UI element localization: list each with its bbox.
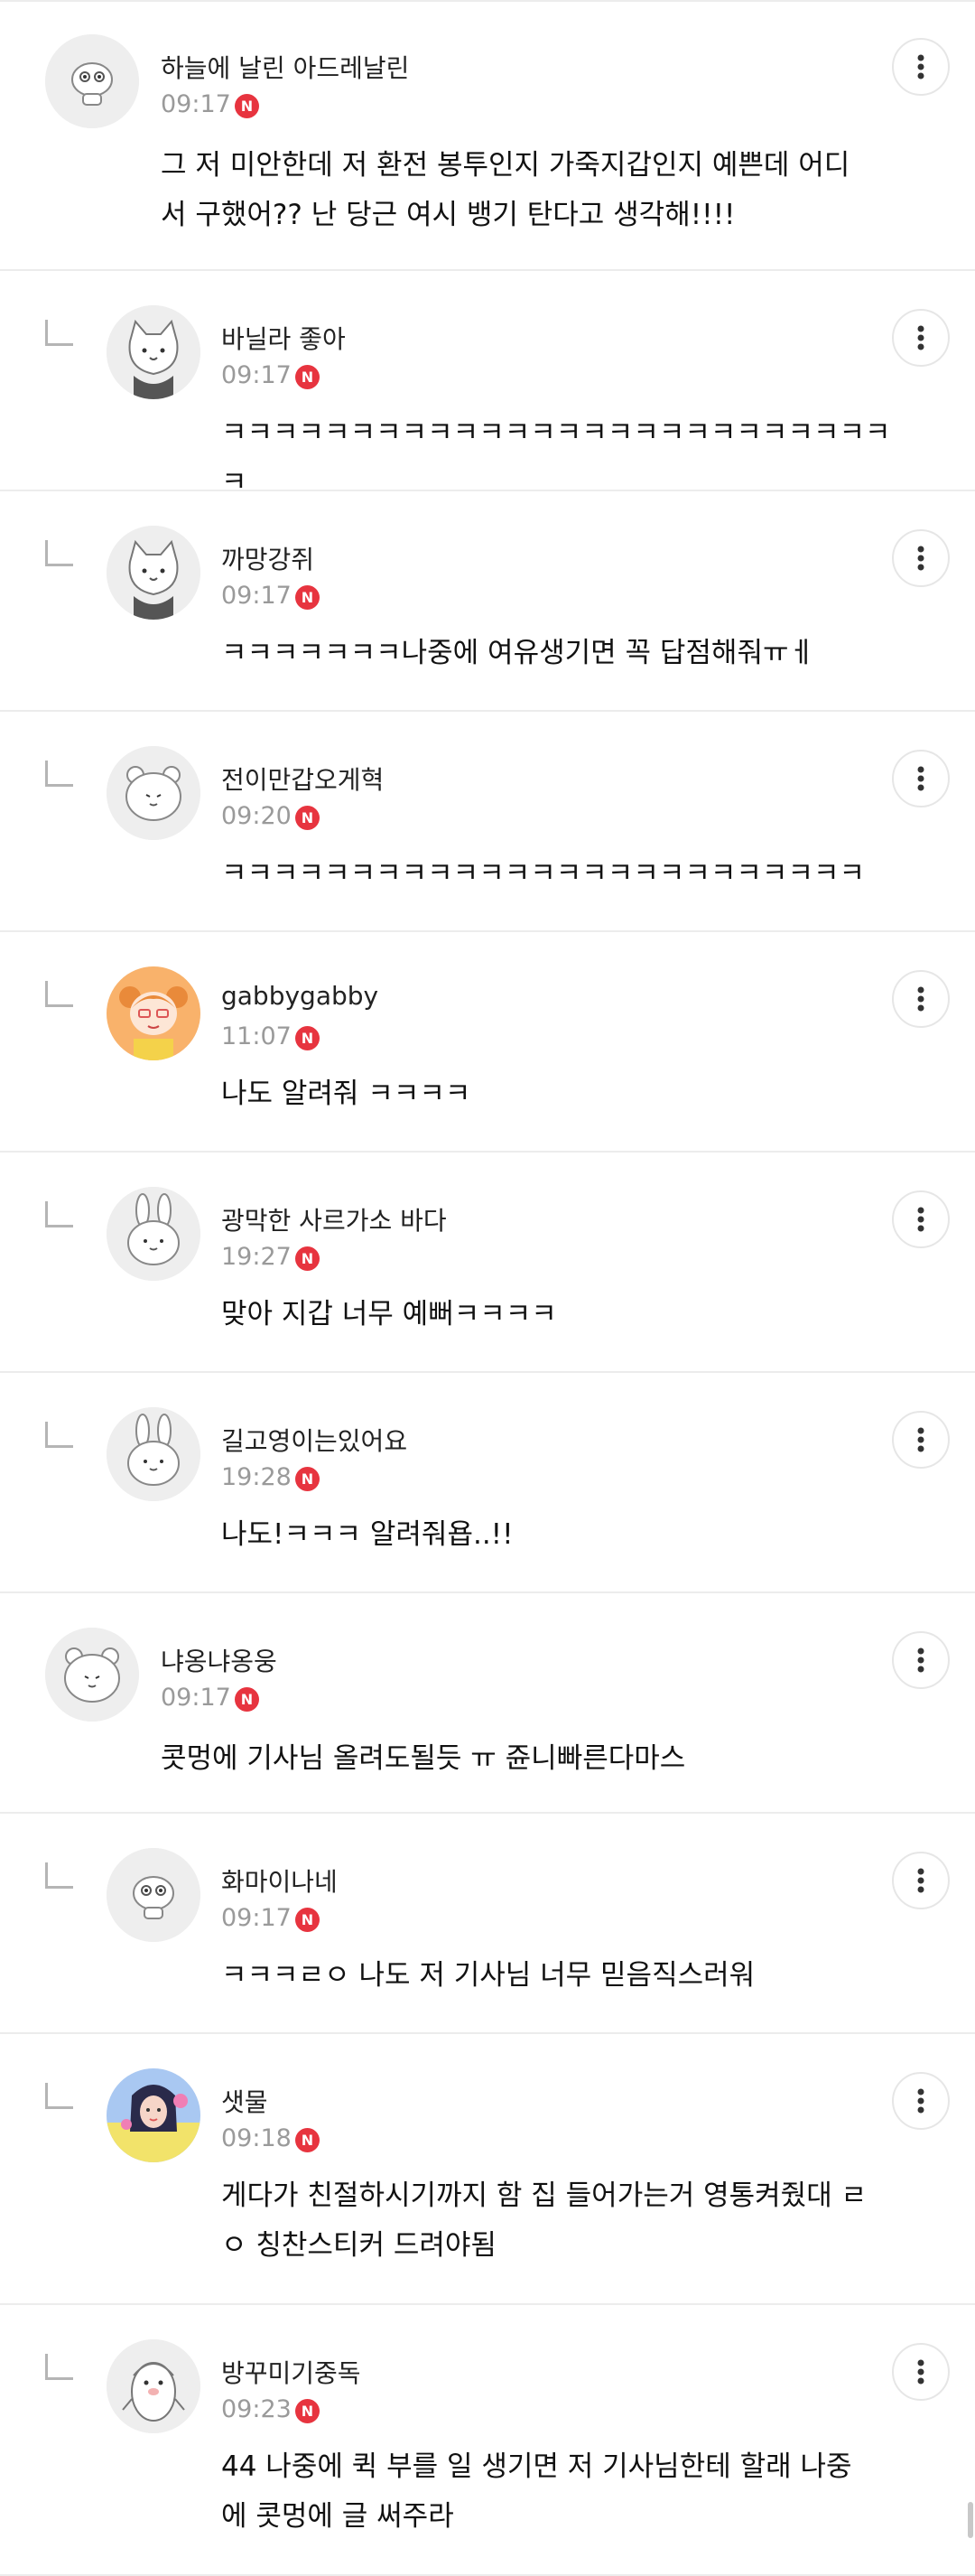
timestamp: 09:17: [221, 582, 292, 610]
new-badge: N: [295, 806, 320, 830]
nickname[interactable]: 화마이나네: [221, 1862, 338, 1899]
reply-arrow-icon: [45, 981, 73, 1007]
new-badge: N: [295, 2128, 320, 2152]
more-vertical-icon: [917, 2088, 924, 2114]
nickname[interactable]: 전이만갑오게혁: [221, 761, 384, 797]
girl-avatar-icon[interactable]: [107, 966, 200, 1060]
comment-text: ㅋㅋㅋㅋㅋㅋㅋ나중에 여유생기면 꼭 답점해줘ㅠㅔ: [221, 637, 815, 669]
nickname[interactable]: 방꾸미기중독: [221, 2354, 361, 2390]
comment: 하늘에 날린 아드레날린 09:17 N 그 저 미안한데 저 환전 봉투인지 가죽지…: [0, 0, 975, 271]
timestamp: 09:20: [221, 802, 292, 830]
more-options-button[interactable]: [892, 1852, 950, 1909]
reply-comment: 샛물 09:18 N 게다가 친절하시기까지 함 집 들어가는거 영통켜줬대 ㄹ ㅇ …: [0, 2034, 975, 2305]
timestamp: 11:07: [221, 1022, 292, 1050]
cat-avatar-icon[interactable]: [107, 526, 200, 620]
comment-text: 그 저 미안한데 저 환전 봉투인지 가죽지갑인지 예쁜데 어디 서 구했어??…: [161, 149, 850, 231]
nickname[interactable]: 광막한 사르가소 바다: [221, 1201, 447, 1237]
more-options-button[interactable]: [892, 309, 950, 367]
nickname[interactable]: gabbygabby: [221, 981, 378, 1011]
new-badge: N: [295, 1246, 320, 1271]
reply-arrow-icon: [45, 320, 73, 346]
new-badge: N: [295, 1908, 320, 1932]
more-options-button[interactable]: [892, 750, 950, 807]
reply-arrow-icon: [45, 1862, 73, 1889]
more-vertical-icon: [917, 1868, 924, 1893]
nickname[interactable]: 길고영이는있어요: [221, 1422, 407, 1458]
new-badge: N: [295, 585, 320, 610]
nickname[interactable]: 냐옹냐옹웅: [161, 1642, 277, 1678]
nickname[interactable]: 하늘에 날린 아드레날린: [161, 49, 409, 85]
nickname[interactable]: 샛물: [221, 2083, 268, 2119]
more-options-button[interactable]: [892, 970, 950, 1028]
nickname[interactable]: 바닐라 좋아: [221, 320, 346, 356]
reply-arrow-icon: [45, 761, 73, 787]
new-badge: N: [295, 365, 320, 389]
timestamp: 09:18: [221, 2124, 292, 2152]
reply-arrow-icon: [45, 2354, 73, 2380]
new-badge: N: [295, 1026, 320, 1050]
comment-text: 나도 알려줘 ㅋㅋㅋㅋ: [221, 1078, 471, 1110]
comment: 냐옹냐옹웅 09:17 N 콧멍에 기사님 올려도될듯 ㅠ 쥰니빠른다마스: [0, 1593, 975, 1814]
reply-arrow-icon: [45, 540, 73, 566]
reply-arrow-icon: [45, 1422, 73, 1448]
rabbit-avatar-icon[interactable]: [107, 1407, 200, 1501]
timestamp: 09:17: [161, 90, 231, 118]
comment-text: 44 나중에 퀵 부를 일 생기면 저 기사님한테 할래 나중 에 콧멍에 글 …: [221, 2450, 852, 2533]
more-options-button[interactable]: [892, 38, 950, 96]
new-badge: N: [235, 1687, 259, 1712]
more-vertical-icon: [917, 766, 924, 791]
bear-avatar-icon[interactable]: [45, 1628, 139, 1722]
timestamp: 19:28: [221, 1463, 292, 1491]
comment-text: ㅋㅋㅋㄹㅇ 나도 저 기사님 너무 믿음직스러워: [221, 1959, 756, 1992]
comment-text: ㅋㅋㅋㅋㅋㅋㅋㅋㅋㅋㅋㅋㅋㅋㅋㅋㅋㅋㅋㅋㅋㅋㅋㅋㅋ: [221, 857, 865, 890]
reply-arrow-icon: [45, 1201, 73, 1227]
new-badge: N: [295, 1467, 320, 1491]
timestamp: 09:17: [221, 361, 292, 389]
photo-avatar-icon[interactable]: [107, 2068, 200, 2162]
new-badge: N: [235, 94, 259, 118]
bear-avatar-icon[interactable]: [107, 746, 200, 840]
more-vertical-icon: [917, 2359, 924, 2385]
reply-comment: 방꾸미기중독 09:23 N 44 나중에 퀵 부를 일 생기면 저 기사님한테 할래…: [0, 2305, 975, 2576]
timestamp: 09:17: [221, 1904, 292, 1932]
timestamp: 19:27: [221, 1243, 292, 1271]
more-vertical-icon: [917, 1647, 924, 1673]
reply-comment: 화마이나네 09:17 N ㅋㅋㅋㄹㅇ 나도 저 기사님 너무 믿음직스러워: [0, 1814, 975, 2034]
comment-text: 게다가 친절하시기까지 함 집 들어가는거 영통켜줬대 ㄹ ㅇ 칭찬스티커 드려…: [221, 2179, 868, 2262]
reply-comment: 바닐라 좋아 09:17 N ㅋㅋㅋㅋㅋㅋㅋㅋㅋㅋㅋㅋㅋㅋㅋㅋㅋㅋㅋㅋㅋㅋㅋㅋㅋㅋㅋ: [0, 271, 975, 499]
new-badge: N: [295, 2399, 320, 2423]
more-vertical-icon: [917, 546, 924, 571]
more-vertical-icon: [917, 325, 924, 350]
more-vertical-icon: [917, 986, 924, 1012]
scrollbar[interactable]: [968, 2502, 973, 2538]
reply-comment: 길고영이는있어요 19:28 N 나도!ㅋㅋㅋ 알려줘욥..!!: [0, 1373, 975, 1593]
more-options-button[interactable]: [892, 1631, 950, 1689]
more-vertical-icon: [917, 1207, 924, 1232]
more-vertical-icon: [917, 1427, 924, 1452]
reply-arrow-icon: [45, 2083, 73, 2109]
nickname[interactable]: 까망강쥐: [221, 540, 314, 576]
timestamp: 09:23: [221, 2395, 292, 2423]
reply-comment: 까망강쥐 09:17 N ㅋㅋㅋㅋㅋㅋㅋ나중에 여유생기면 꼭 답점해줘ㅠㅔ: [0, 491, 975, 712]
more-options-button[interactable]: [892, 1190, 950, 1248]
more-vertical-icon: [917, 54, 924, 79]
doll-avatar-icon[interactable]: [107, 1848, 200, 1942]
rabbit-avatar-icon[interactable]: [107, 1187, 200, 1281]
penguin-avatar-icon[interactable]: [107, 2339, 200, 2433]
reply-comment: 전이만갑오게혁 09:20 N ㅋㅋㅋㅋㅋㅋㅋㅋㅋㅋㅋㅋㅋㅋㅋㅋㅋㅋㅋㅋㅋㅋㅋㅋㅋ: [0, 712, 975, 932]
more-options-button[interactable]: [892, 2072, 950, 2130]
comment-text: 맞아 지갑 너무 예뻐ㅋㅋㅋㅋ: [221, 1298, 557, 1330]
more-options-button[interactable]: [892, 2343, 950, 2401]
more-options-button[interactable]: [892, 1411, 950, 1469]
comment-text: 나도!ㅋㅋㅋ 알려줘욥..!!: [221, 1518, 514, 1551]
cat-avatar-icon[interactable]: [107, 305, 200, 399]
comment-text: 콧멍에 기사님 올려도될듯 ㅠ 쥰니빠른다마스: [161, 1742, 686, 1775]
more-options-button[interactable]: [892, 529, 950, 587]
reply-comment: gabbygabby 11:07 N 나도 알려줘 ㅋㅋㅋㅋ: [0, 932, 975, 1153]
timestamp: 09:17: [161, 1684, 231, 1712]
comment-list: 하늘에 날린 아드레날린 09:17 N 그 저 미안한데 저 환전 봉투인지 가죽지…: [0, 0, 975, 2576]
doll-avatar-icon[interactable]: [45, 34, 139, 128]
reply-comment: 광막한 사르가소 바다 19:27 N 맞아 지갑 너무 예뻐ㅋㅋㅋㅋ: [0, 1153, 975, 1373]
